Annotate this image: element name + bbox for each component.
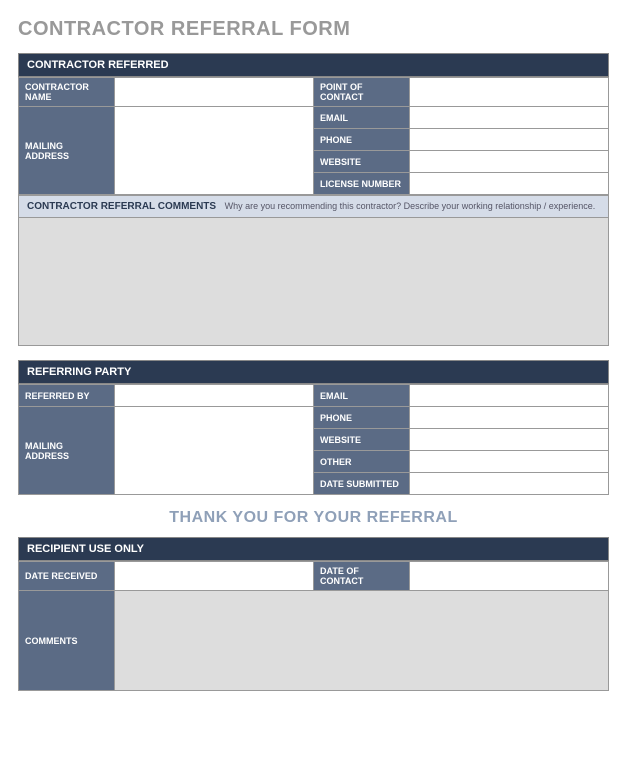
input-recipient-comments[interactable] [115, 591, 609, 691]
recipient-use-only-table: DATE RECEIVED DATE OF CONTACT COMMENTS [18, 561, 609, 691]
label-recipient-comments: COMMENTS [19, 591, 115, 691]
input-phone[interactable] [410, 129, 609, 151]
label-rp-mailing-address: MAILING ADDRESS [19, 407, 115, 495]
referring-party-header: REFERRING PARTY [18, 360, 609, 384]
page-title: CONTRACTOR REFERRAL FORM [18, 18, 609, 41]
input-rp-mailing-address[interactable] [115, 407, 314, 495]
input-rp-other[interactable] [410, 451, 609, 473]
contractor-comments-area[interactable] [18, 218, 609, 346]
section-recipient-use-only: RECIPIENT USE ONLY DATE RECEIVED DATE OF… [18, 537, 609, 691]
input-website[interactable] [410, 151, 609, 173]
label-email: EMAIL [314, 107, 410, 129]
label-phone: PHONE [314, 129, 410, 151]
input-date-of-contact[interactable] [410, 562, 609, 591]
recipient-use-only-header: RECIPIENT USE ONLY [18, 537, 609, 561]
contractor-referred-table: CONTRACTOR NAME POINT OF CONTACT MAILING… [18, 77, 609, 195]
section-contractor-referred: CONTRACTOR REFERRED CONTRACTOR NAME POIN… [18, 53, 609, 346]
label-rp-email: EMAIL [314, 385, 410, 407]
input-email[interactable] [410, 107, 609, 129]
contractor-comments-hint: Why are you recommending this contractor… [225, 201, 596, 211]
contractor-referred-header: CONTRACTOR REFERRED [18, 53, 609, 77]
label-point-of-contact: POINT OF CONTACT [314, 78, 410, 107]
input-rp-phone[interactable] [410, 407, 609, 429]
contractor-comments-label: CONTRACTOR REFERRAL COMMENTS [27, 201, 216, 212]
label-referred-by: REFERRED BY [19, 385, 115, 407]
label-rp-phone: PHONE [314, 407, 410, 429]
label-license-number: LICENSE NUMBER [314, 173, 410, 195]
input-mailing-address[interactable] [115, 107, 314, 195]
label-date-received: DATE RECEIVED [19, 562, 115, 591]
input-referred-by[interactable] [115, 385, 314, 407]
label-rp-website: WEBSITE [314, 429, 410, 451]
label-rp-date-submitted: DATE SUBMITTED [314, 473, 410, 495]
label-mailing-address: MAILING ADDRESS [19, 107, 115, 195]
label-date-of-contact: DATE OF CONTACT [314, 562, 410, 591]
input-license-number[interactable] [410, 173, 609, 195]
thank-you-message: THANK YOU FOR YOUR REFERRAL [18, 509, 609, 527]
input-contractor-name[interactable] [115, 78, 314, 107]
label-website: WEBSITE [314, 151, 410, 173]
input-point-of-contact[interactable] [410, 78, 609, 107]
input-rp-website[interactable] [410, 429, 609, 451]
label-rp-other: OTHER [314, 451, 410, 473]
input-rp-email[interactable] [410, 385, 609, 407]
contractor-comments-header: CONTRACTOR REFERRAL COMMENTS Why are you… [18, 195, 609, 218]
input-date-received[interactable] [115, 562, 314, 591]
input-rp-date-submitted[interactable] [410, 473, 609, 495]
referring-party-table: REFERRED BY EMAIL MAILING ADDRESS PHONE … [18, 384, 609, 495]
section-referring-party: REFERRING PARTY REFERRED BY EMAIL MAILIN… [18, 360, 609, 495]
label-contractor-name: CONTRACTOR NAME [19, 78, 115, 107]
